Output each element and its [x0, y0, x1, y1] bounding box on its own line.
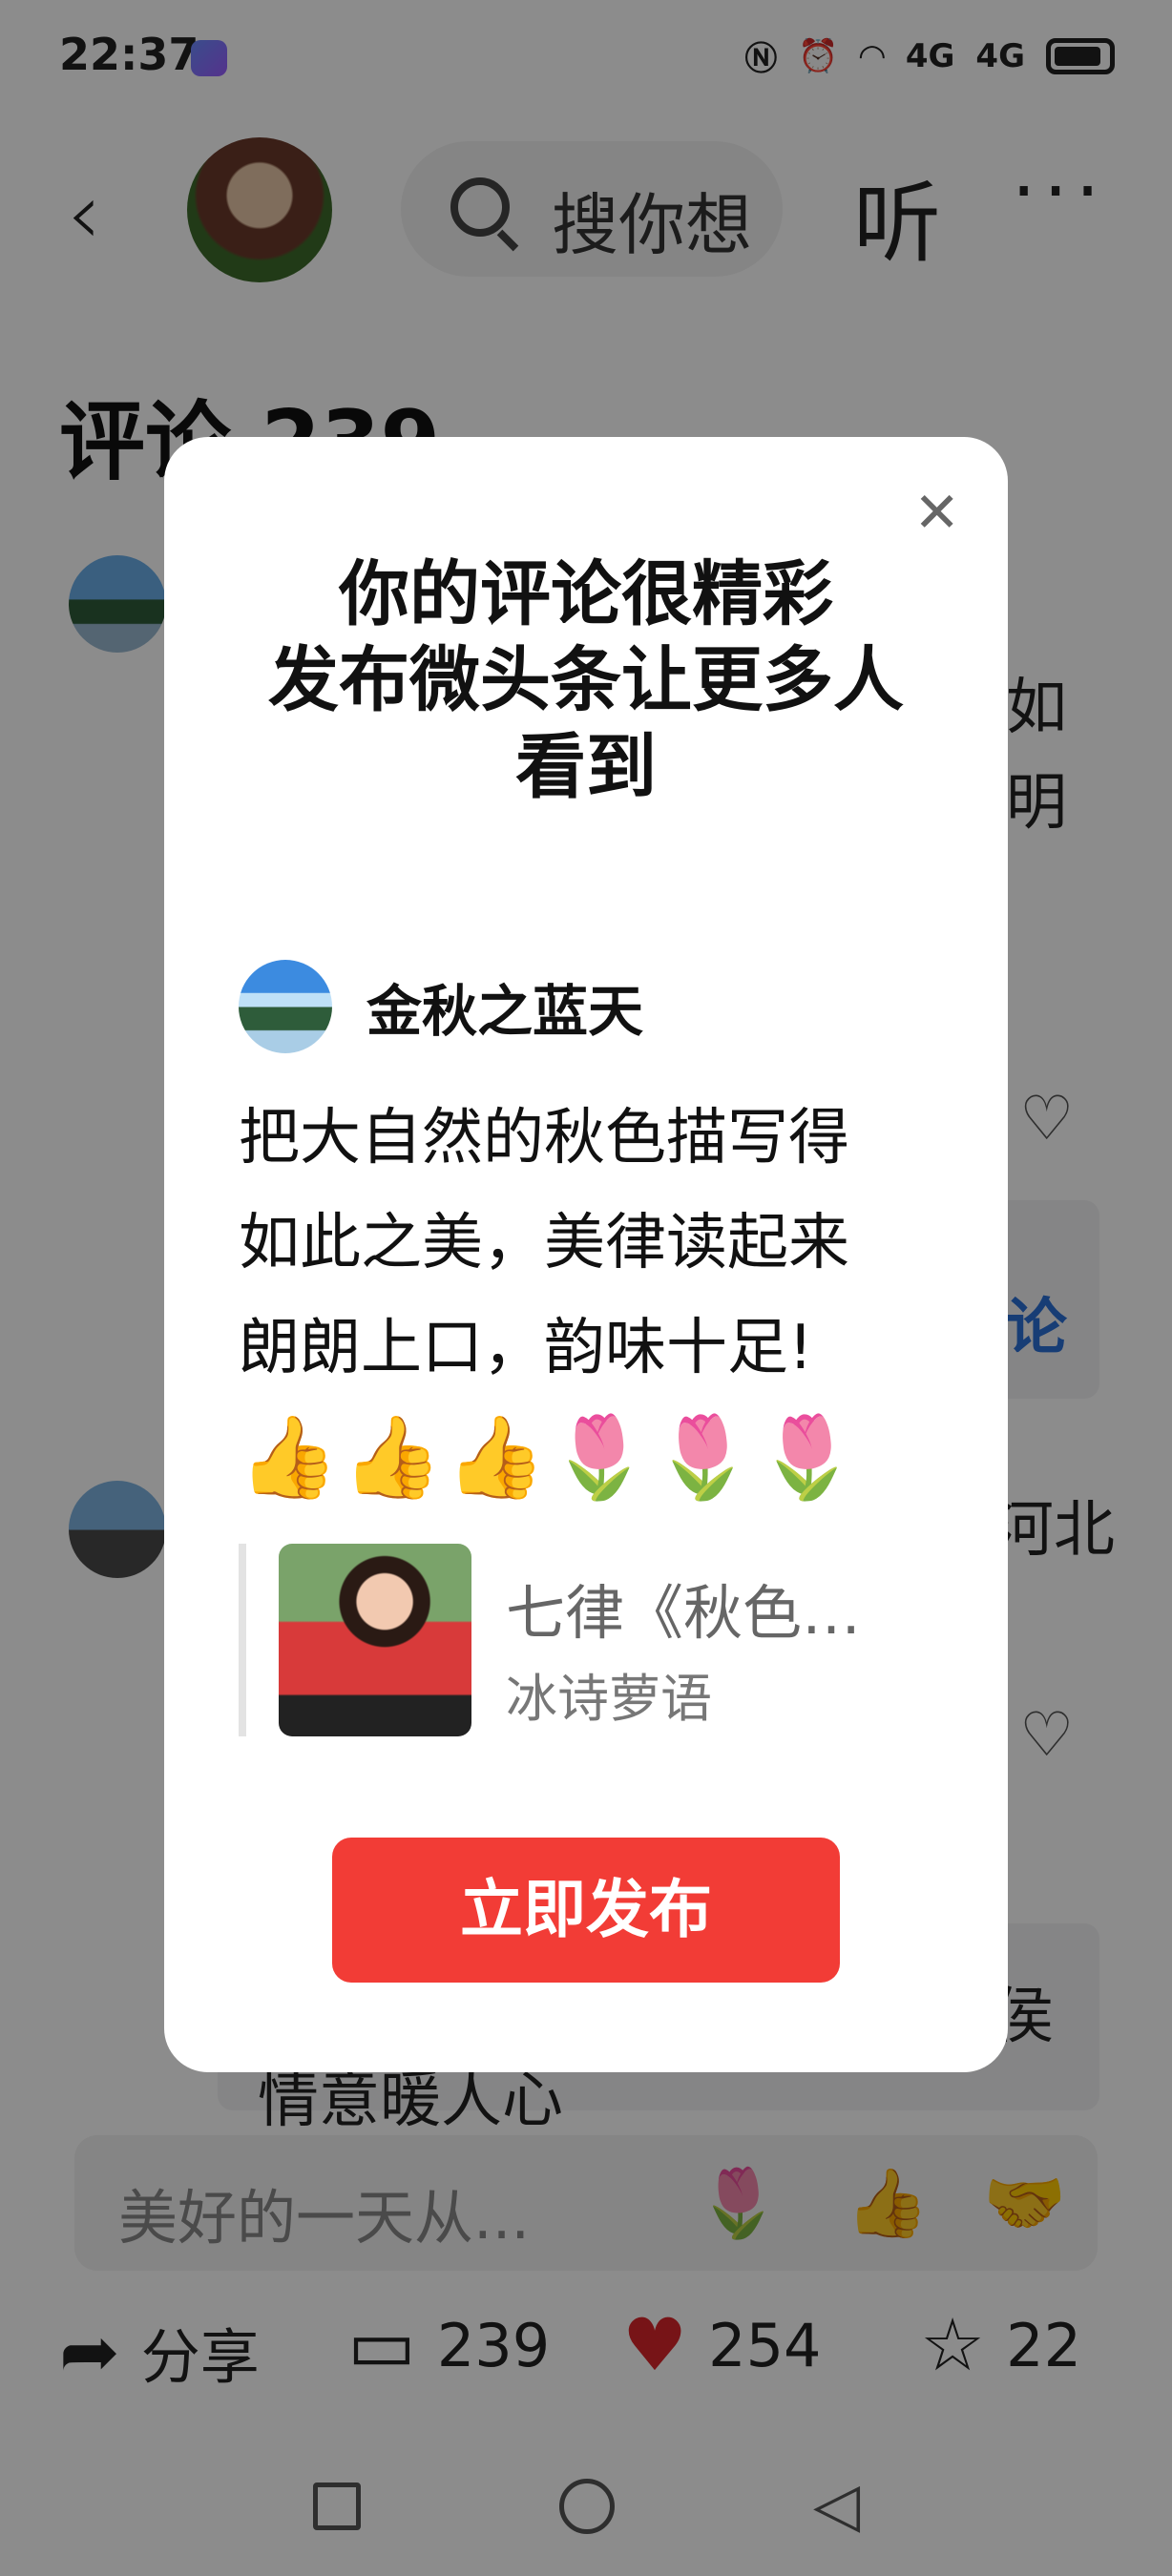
article-title: 七律《秋色…: [506, 1578, 862, 1648]
article-author: 冰诗萝语: [506, 1669, 712, 1729]
publish-dialog: ✕ 你的评论很精彩 发布微头条让更多人 看到 金秋之蓝天 把大自然的秋色描写得 …: [164, 437, 1008, 2072]
dialog-title-line: 发布微头条让更多人: [268, 639, 904, 722]
comment-line: 朗朗上口，韵味十足!: [239, 1313, 813, 1384]
close-icon[interactable]: ✕: [913, 485, 960, 540]
comment-author: 金秋之蓝天: [239, 960, 643, 1053]
dialog-title: 你的评论很精彩 发布微头条让更多人 看到: [164, 551, 1008, 810]
article-thumbnail: [279, 1544, 471, 1736]
quoted-article: 七律《秋色… 冰诗萝语: [239, 1544, 926, 1736]
comment-text: 把大自然的秋色描写得 如此之美，美律读起来 朗朗上口，韵味十足!: [239, 1086, 945, 1401]
comment-emojis: 👍👍👍🌷🌷🌷: [239, 1410, 861, 1504]
publish-button[interactable]: 立即发布: [332, 1838, 840, 1983]
comment-line: 如此之美，美律读起来: [239, 1208, 849, 1279]
dialog-title-line: 你的评论很精彩: [339, 553, 833, 635]
comment-line: 把大自然的秋色描写得: [239, 1103, 849, 1174]
author-name: 金秋之蓝天: [366, 979, 644, 1044]
avatar: [239, 960, 332, 1053]
dialog-title-line: 看到: [515, 725, 657, 808]
